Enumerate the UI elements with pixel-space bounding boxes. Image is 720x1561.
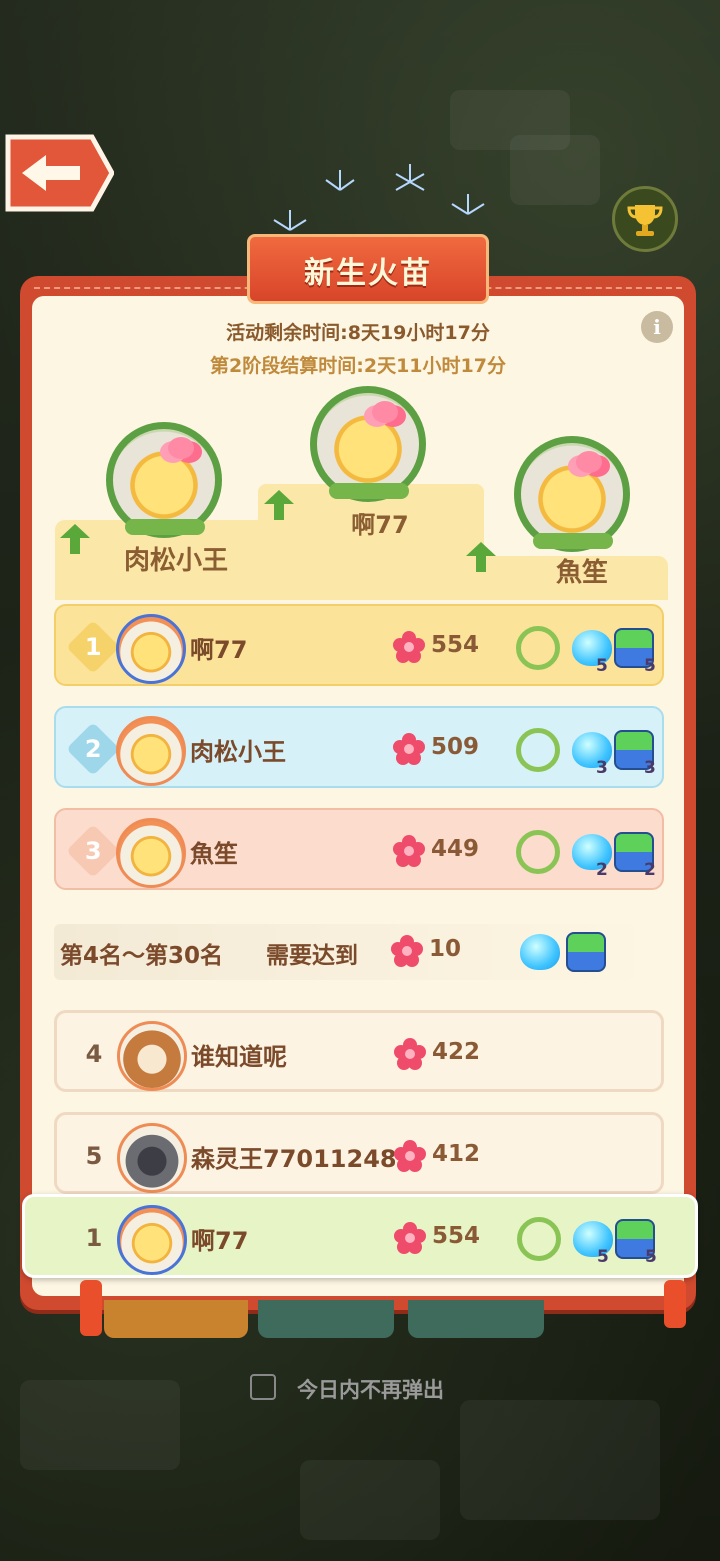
slime-count: 5 [597, 1247, 609, 1267]
flower-icon [394, 1038, 426, 1070]
tab-button-3[interactable] [408, 1300, 544, 1338]
avatar[interactable] [116, 614, 186, 684]
robot-count: 3 [644, 758, 656, 778]
rank-badge: 3 [66, 824, 120, 878]
dont-show-checkbox[interactable] [250, 1374, 276, 1400]
robot-icon[interactable] [566, 932, 606, 972]
rank-badge: 1 [66, 620, 120, 674]
trophy-icon [627, 205, 663, 236]
avatar[interactable] [117, 1021, 187, 1091]
rank-number: 4 [85, 1040, 103, 1068]
podium-name-3: 魚笙 [555, 558, 608, 588]
tab-button-1[interactable] [104, 1300, 248, 1338]
trophy-button[interactable] [612, 186, 678, 252]
flower-decoration [576, 451, 602, 473]
leaf-decoration [125, 519, 205, 535]
slime-count: 2 [596, 860, 608, 880]
player-name: 肉松小王 [190, 738, 286, 766]
stage-settlement-time: 第2阶段结算时间:2天11小时17分 [210, 355, 506, 377]
leaderboard-row-1[interactable]: 1 啊77 554 5 5 [54, 604, 664, 686]
requirement-value: 10 [429, 936, 462, 962]
arrow-up-icon [60, 524, 90, 554]
flower-icon [393, 733, 425, 765]
podium-name-1: 啊77 [351, 511, 409, 539]
requirement-range: 第4名～第30名 [60, 943, 224, 969]
slime-icon[interactable] [520, 934, 560, 970]
event-remaining-time: 活动剩余时间:8天19小时17分 [226, 322, 490, 344]
score: 449 [431, 836, 480, 862]
flower-icon [393, 631, 425, 663]
rank-number: 5 [85, 1142, 103, 1170]
dont-show-label[interactable]: 今日内不再弹出 [297, 1374, 444, 1404]
vine-wreath-icon[interactable] [516, 830, 560, 874]
tab-button-2[interactable] [258, 1300, 394, 1338]
avatar[interactable] [116, 716, 186, 786]
robot-count: 5 [644, 656, 656, 676]
podium-avatar-2[interactable] [106, 422, 222, 538]
requirement-label: 需要达到 [266, 943, 358, 969]
rank-number: 1 [85, 1224, 103, 1252]
leaderboard-row-2[interactable]: 2 肉松小王 509 3 3 [54, 706, 664, 788]
score: 554 [432, 1223, 481, 1249]
avatar[interactable] [116, 818, 186, 888]
player-name: 森灵王77011248 [191, 1145, 397, 1173]
player-name: 魚笙 [190, 840, 238, 868]
avatar[interactable] [117, 1123, 187, 1193]
event-title: 新生火苗 [304, 256, 432, 291]
podium-name-2: 肉松小王 [123, 546, 228, 576]
player-name: 谁知道呢 [191, 1043, 287, 1071]
arrow-up-icon [466, 542, 496, 572]
flower-icon [394, 1140, 426, 1172]
score: 509 [431, 734, 480, 760]
leaf-decoration [329, 483, 409, 499]
slime-count: 3 [596, 758, 608, 778]
back-button[interactable] [4, 133, 114, 213]
player-name: 啊77 [190, 636, 248, 664]
score: 554 [431, 632, 480, 658]
podium-avatar-1[interactable] [310, 386, 426, 502]
player-name: 啊77 [191, 1227, 249, 1255]
score: 422 [432, 1039, 481, 1065]
rank-badge: 2 [66, 722, 120, 776]
slime-count: 5 [596, 656, 608, 676]
lantern-decoration-left [80, 1280, 102, 1336]
fireworks-decoration [273, 164, 485, 231]
vine-wreath-icon[interactable] [516, 728, 560, 772]
flower-decoration [168, 437, 194, 459]
leaf-decoration [533, 533, 613, 549]
robot-count: 5 [645, 1247, 657, 1267]
vine-wreath-icon[interactable] [516, 626, 560, 670]
arrow-up-icon [264, 490, 294, 520]
podium-avatar-3[interactable] [514, 436, 630, 552]
back-arrow-icon [5, 134, 114, 212]
requirement-bar: 第4名～第30名 需要达到 10 [54, 924, 664, 980]
my-rank-row[interactable]: 1 啊77 554 5 5 [22, 1194, 698, 1278]
flower-icon [391, 935, 423, 967]
lantern-decoration-right [664, 1280, 686, 1328]
leaderboard-row-3[interactable]: 3 魚笙 449 2 2 [54, 808, 664, 890]
flower-decoration [372, 401, 398, 423]
leaderboard-row-4[interactable]: 4 谁知道呢 422 [54, 1010, 664, 1092]
avatar[interactable] [117, 1205, 187, 1275]
leaderboard-row-5[interactable]: 5 森灵王77011248 412 [54, 1112, 664, 1194]
score: 412 [432, 1141, 481, 1167]
title-ribbon: 新生火苗 [247, 234, 489, 304]
flower-icon [393, 835, 425, 867]
vine-wreath-icon[interactable] [517, 1217, 561, 1261]
flower-icon [394, 1222, 426, 1254]
robot-count: 2 [644, 860, 656, 880]
